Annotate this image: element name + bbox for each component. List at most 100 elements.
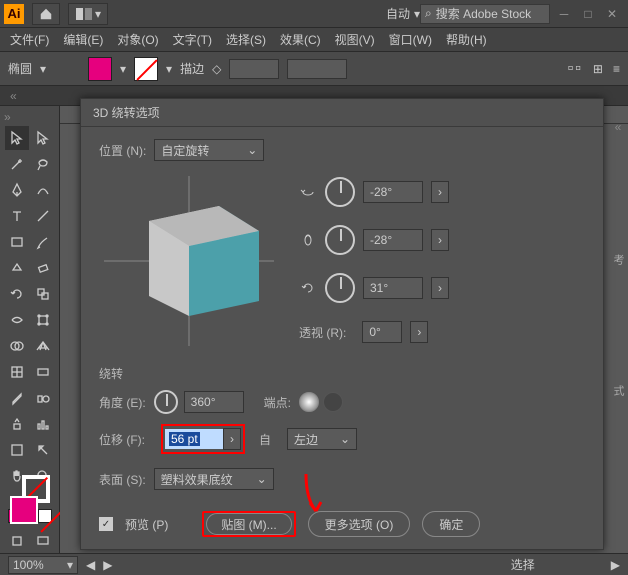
magic-wand-tool[interactable] [5, 152, 29, 176]
menu-file[interactable]: 文件(F) [10, 31, 49, 48]
artboard-nav-next[interactable]: ▶ [103, 558, 112, 572]
rectangle-tool[interactable] [5, 230, 29, 254]
selection-tool[interactable] [5, 126, 29, 150]
perspective-stepper[interactable]: › [410, 321, 428, 343]
shape-builder-tool[interactable] [5, 334, 29, 358]
tab-prev-arrow[interactable]: « [10, 89, 17, 103]
paintbrush-tool[interactable] [31, 230, 55, 254]
more-options-button[interactable]: 更多选项 (O) [308, 511, 411, 537]
rotate-x-stepper[interactable]: › [431, 181, 449, 203]
offset-from-select[interactable]: 左边 ⌄ [287, 428, 357, 450]
lasso-tool[interactable] [31, 152, 55, 176]
right-tab-a[interactable]: 考 [610, 254, 626, 265]
rotate-z-stepper[interactable]: › [431, 277, 449, 299]
tools-collapse-arrow[interactable]: » [4, 110, 11, 124]
zoom-field[interactable]: 100%▾ [8, 556, 78, 574]
artboard-nav-prev[interactable]: ◀ [86, 558, 95, 572]
width-tool[interactable] [5, 308, 29, 332]
menu-help[interactable]: 帮助(H) [446, 31, 487, 48]
symbol-sprayer-tool[interactable] [5, 412, 29, 436]
rotation-cube-preview[interactable] [99, 171, 279, 351]
surface-select[interactable]: 塑料效果底纹 ⌄ [154, 468, 274, 490]
panel-menu-icon[interactable]: ≡ [613, 62, 620, 76]
rotate-x-dial[interactable] [325, 177, 355, 207]
artboard-tool[interactable] [5, 438, 29, 462]
pen-tool[interactable] [5, 178, 29, 202]
fill-stroke-indicator[interactable] [10, 496, 50, 503]
column-graph-tool[interactable] [31, 412, 55, 436]
offset-stepper[interactable]: › [223, 428, 241, 450]
perspective-grid-tool[interactable] [31, 334, 55, 358]
fill-dropdown-arrow[interactable]: ▾ [120, 62, 126, 76]
menu-effect[interactable]: 效果(C) [280, 31, 321, 48]
rotate-x-icon [299, 183, 317, 201]
home-button[interactable] [32, 3, 60, 25]
eyedropper-tool[interactable] [5, 386, 29, 410]
controlbar: 椭圆 ▾ ▾ ▾ 描边 ◇ ▫▫ ⊞ ≡ [0, 52, 628, 86]
close-button[interactable]: ✕ [606, 7, 618, 21]
gradient-tool[interactable] [31, 360, 55, 384]
menu-object[interactable]: 对象(O) [117, 31, 158, 48]
offset-from-value: 左边 [294, 431, 318, 448]
rotate-y-stepper[interactable]: › [431, 229, 449, 251]
drawing-mode-normal[interactable] [5, 529, 29, 553]
search-stock-input[interactable]: ⌕搜索 Adobe Stock [420, 4, 550, 24]
shaper-tool[interactable] [5, 256, 29, 280]
stroke-weight-field[interactable] [229, 59, 279, 79]
scale-tool[interactable] [31, 282, 55, 306]
shape-dropdown-arrow[interactable]: ▾ [40, 62, 52, 76]
chevron-down-icon: ⌄ [247, 143, 257, 157]
menu-window[interactable]: 窗口(W) [389, 31, 432, 48]
perspective-field[interactable]: 0° [362, 321, 402, 343]
menu-type[interactable]: 文字(T) [173, 31, 212, 48]
offset-highlight: 56 pt › [161, 424, 245, 454]
preview-label: 预览 (P) [125, 516, 168, 533]
angle-dial[interactable] [154, 390, 178, 414]
fill-swatch[interactable] [88, 57, 112, 81]
transform-icon[interactable]: ⊞ [593, 62, 603, 76]
artboard-nav-last[interactable]: ▶ [611, 558, 620, 572]
screen-mode[interactable] [31, 529, 55, 553]
right-tab-b[interactable]: 式 [610, 385, 626, 396]
blend-tool[interactable] [31, 386, 55, 410]
rotate-z-field[interactable]: 31° [363, 277, 423, 299]
surface-label: 表面 (S): [99, 471, 146, 488]
rotate-tool[interactable] [5, 282, 29, 306]
menu-edit[interactable]: 编辑(E) [63, 31, 103, 48]
angle-field[interactable]: 360° [184, 391, 244, 413]
variable-width-profile[interactable] [287, 59, 347, 79]
rotate-y-dial[interactable] [325, 225, 355, 255]
stroke-weight-stepper[interactable]: ◇ [212, 62, 221, 76]
rotate-z-dial[interactable] [325, 273, 355, 303]
slice-tool[interactable] [31, 438, 55, 462]
color-mode-none[interactable] [38, 509, 52, 523]
line-segment-tool[interactable] [31, 204, 55, 228]
menu-select[interactable]: 选择(S) [226, 31, 266, 48]
fill-indicator[interactable] [10, 496, 38, 524]
position-select[interactable]: 自定旋转 ⌄ [154, 139, 264, 161]
ok-button[interactable]: 确定 [422, 511, 480, 537]
right-panel-collapse-arrow[interactable]: « [615, 120, 622, 134]
stroke-swatch[interactable] [134, 57, 158, 81]
mesh-tool[interactable] [5, 360, 29, 384]
stroke-dropdown-arrow[interactable]: ▾ [166, 62, 172, 76]
maximize-button[interactable]: □ [582, 7, 594, 21]
rotate-x-field[interactable]: -28° [363, 181, 423, 203]
direct-selection-tool[interactable] [31, 126, 55, 150]
arrange-documents-button[interactable]: ▾ [68, 3, 108, 25]
free-transform-tool[interactable] [31, 308, 55, 332]
cap-off-button[interactable] [323, 392, 343, 412]
cap-on-button[interactable] [299, 392, 319, 412]
rotate-y-field[interactable]: -28° [363, 229, 423, 251]
menu-view[interactable]: 视图(V) [335, 31, 375, 48]
offset-field[interactable]: 56 pt [165, 429, 223, 449]
minimize-button[interactable]: ─ [558, 7, 570, 21]
eraser-tool[interactable] [31, 256, 55, 280]
align-icon[interactable]: ▫▫ [568, 60, 583, 78]
dialog-title: 3D 绕转选项 [81, 99, 603, 127]
surface-value: 塑料效果底纹 [161, 471, 233, 488]
preview-checkbox[interactable]: ✓ [99, 517, 113, 531]
curvature-tool[interactable] [31, 178, 55, 202]
type-tool[interactable] [5, 204, 29, 228]
map-art-button[interactable]: 贴图 (M)... [202, 511, 295, 537]
